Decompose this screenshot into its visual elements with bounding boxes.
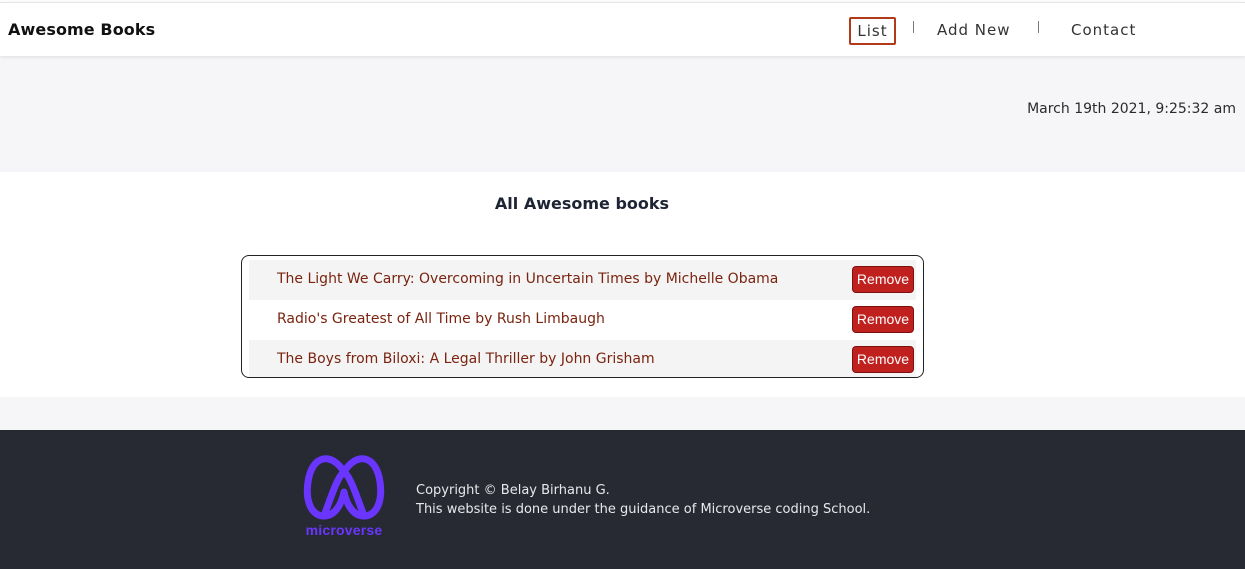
book-title: The Boys from Biloxi: A Legal Thriller b… <box>277 351 655 367</box>
date-time: March 19th 2021, 9:25:32 am <box>1027 101 1236 117</box>
spacer-band <box>0 397 1245 430</box>
header: Awesome Books List Add New Contact <box>0 2 1245 56</box>
nav-contact-link[interactable]: Contact <box>1071 17 1136 45</box>
remove-button[interactable]: Remove <box>852 306 914 333</box>
book-list: The Light We Carry: Overcoming in Uncert… <box>241 255 924 378</box>
nav-separator <box>913 21 914 33</box>
logo-wordmark: microverse <box>305 522 383 538</box>
nav-separator <box>1038 21 1039 33</box>
book-list-section: All Awesome books The Light We Carry: Ov… <box>0 172 1245 397</box>
microverse-logo: microverse <box>302 454 386 540</box>
guidance-text: This website is done under the guidance … <box>416 502 871 517</box>
copyright-text: Copyright © Belay Birhanu G. <box>416 483 610 498</box>
footer: microverse Copyright © Belay Birhanu G. … <box>0 430 1245 569</box>
book-title: The Light We Carry: Overcoming in Uncert… <box>277 271 779 287</box>
book-title: Radio's Greatest of All Time by Rush Lim… <box>277 311 605 327</box>
microverse-logo-icon <box>303 455 385 520</box>
nav-add-new-link[interactable]: Add New <box>937 17 1011 45</box>
footer-text: Copyright © Belay Birhanu G. This websit… <box>416 481 870 519</box>
nav-list-link[interactable]: List <box>849 17 896 45</box>
brand-title: Awesome Books <box>8 20 156 39</box>
book-row: The Boys from Biloxi: A Legal Thriller b… <box>249 340 916 377</box>
book-row: Radio's Greatest of All Time by Rush Lim… <box>249 300 916 340</box>
date-band: March 19th 2021, 9:25:32 am <box>0 56 1245 172</box>
remove-button[interactable]: Remove <box>852 346 914 373</box>
section-title: All Awesome books <box>494 194 670 213</box>
book-row: The Light We Carry: Overcoming in Uncert… <box>249 260 916 300</box>
remove-button[interactable]: Remove <box>852 266 914 293</box>
